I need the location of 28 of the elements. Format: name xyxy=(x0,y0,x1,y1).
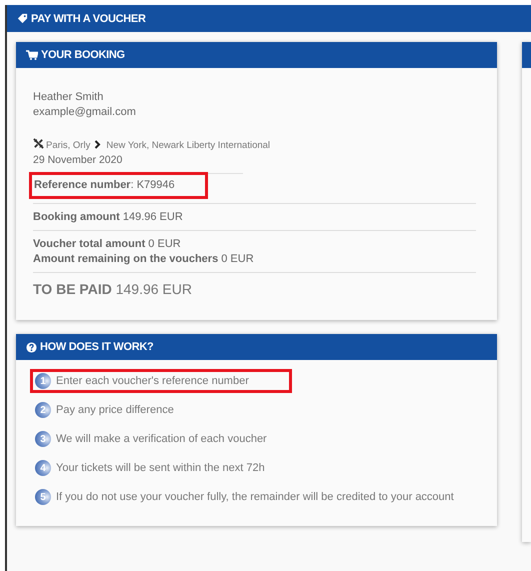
step-number: 4 xyxy=(35,460,51,476)
customer-email: example@gmail.com xyxy=(33,105,137,120)
voucher-total: Voucher total amount 0 EUR xyxy=(33,237,182,252)
ticket-icon xyxy=(17,13,28,24)
step-number: 1 xyxy=(35,373,51,389)
help-icon xyxy=(26,342,37,352)
step-text: Pay any price difference xyxy=(56,404,174,416)
step-text: Your tickets will be sent within the next 72h xyxy=(56,462,265,474)
booking-amount: Booking amount 149.96 EUR xyxy=(33,210,184,225)
step-number: 2 xyxy=(35,402,51,418)
page-title: PAY WITH A VOUCHER xyxy=(31,12,146,24)
cart-icon xyxy=(26,50,38,60)
travel-date: 29 November 2020 xyxy=(33,153,124,167)
step-text: Enter each voucher's reference number xyxy=(56,375,249,387)
reference-number: Reference number: K79946 xyxy=(34,178,175,193)
plane-icon xyxy=(33,138,44,149)
origin-city: Paris, Orly xyxy=(46,140,90,151)
step-text: If you do not use your voucher fully, the remainder will be credited to your account xyxy=(56,491,454,503)
step-number: 3 xyxy=(35,431,51,447)
destination-city: New York, Newark Liberty International xyxy=(106,140,270,151)
chevron-icon xyxy=(94,140,102,149)
card-title: HOW DOES IT WORK? xyxy=(40,341,154,353)
step-number: 5 xyxy=(35,489,51,505)
customer-name: Heather Smith xyxy=(33,90,104,105)
amount-to-pay: TO BE PAID 149.96 EUR xyxy=(33,281,193,297)
voucher-remaining: Amount remaining on the vouchers 0 EUR xyxy=(33,252,255,267)
card-title: YOUR BOOKING xyxy=(41,49,125,61)
step-text: We will make a verification of each voucher xyxy=(56,433,267,445)
